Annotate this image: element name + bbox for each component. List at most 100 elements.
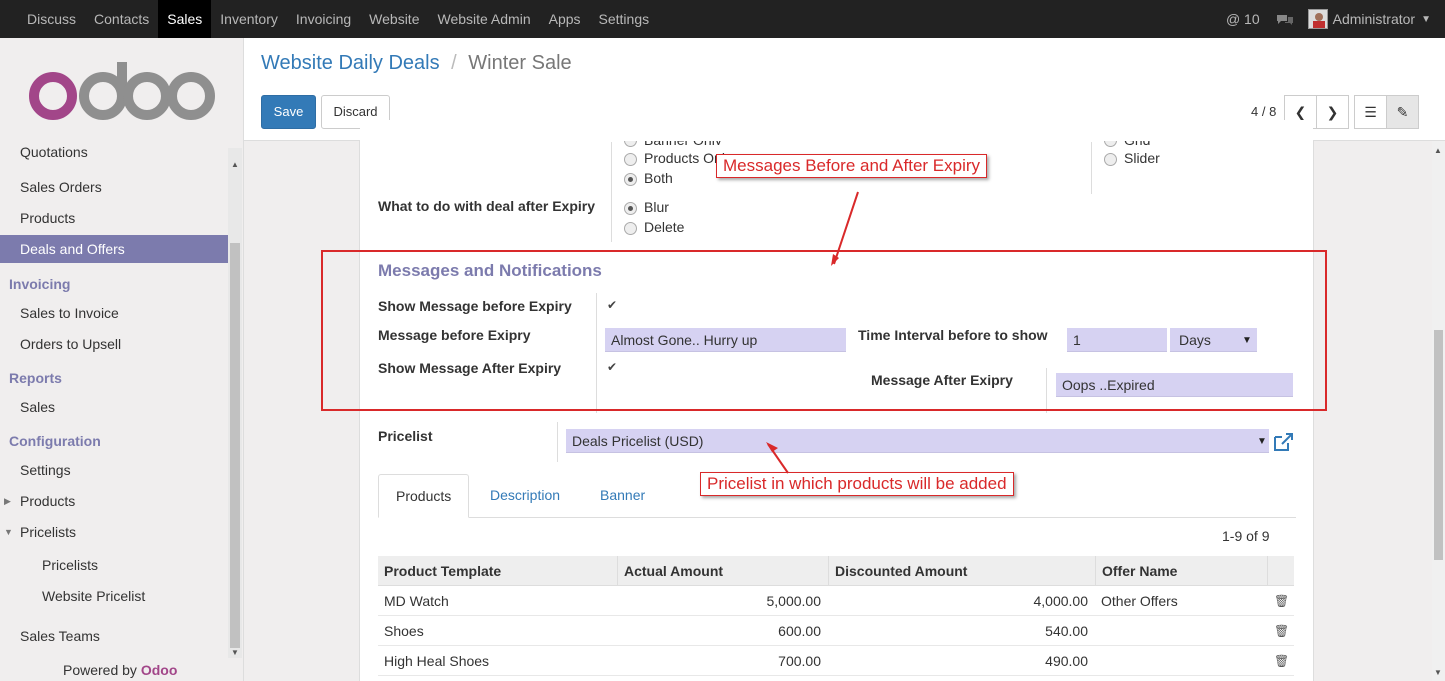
user-name[interactable]: Administrator bbox=[1333, 11, 1415, 27]
cell-offer: Other Offers bbox=[1101, 593, 1178, 609]
header-divider bbox=[617, 556, 618, 586]
radio-blur[interactable] bbox=[624, 202, 637, 215]
cell-actual: 700.00 bbox=[778, 653, 821, 669]
mentions-counter[interactable]: @ 10 bbox=[1226, 11, 1260, 27]
menu-website-admin[interactable]: Website Admin bbox=[428, 0, 539, 38]
list-view-icon: ☰ bbox=[1364, 104, 1377, 120]
column-header-product-template[interactable]: Product Template bbox=[378, 556, 501, 586]
cell-discounted: 490.00 bbox=[1045, 653, 1088, 669]
column-header-offer-name[interactable]: Offer Name bbox=[1096, 556, 1177, 586]
sidebar-item-config-products[interactable]: Products bbox=[0, 487, 228, 515]
header-divider bbox=[828, 556, 829, 586]
menu-website[interactable]: Website bbox=[360, 0, 428, 38]
menu-apps[interactable]: Apps bbox=[540, 0, 590, 38]
sidebar-heading-configuration[interactable]: Configuration bbox=[9, 433, 101, 449]
sidebar-heading-invoicing[interactable]: Invoicing bbox=[9, 276, 70, 292]
odoo-logo[interactable] bbox=[28, 60, 216, 125]
scroll-down-icon[interactable]: ▼ bbox=[231, 648, 239, 657]
table-row[interactable]: Shoes 600.00 540.00 🗑 bbox=[378, 616, 1294, 646]
cell-product: High Heal Shoes bbox=[384, 653, 490, 669]
header-divider bbox=[1267, 556, 1268, 586]
breadcrumb-parent[interactable]: Website Daily Deals bbox=[261, 52, 440, 74]
record-pager: 4 / 8 bbox=[1251, 104, 1277, 119]
pricelist-select[interactable]: Deals Pricelist (USD) bbox=[566, 429, 1269, 453]
cell-discounted: 540.00 bbox=[1045, 623, 1088, 639]
tab-banner[interactable]: Banner bbox=[583, 474, 662, 518]
radio-delete[interactable] bbox=[624, 222, 637, 235]
breadcrumb: Website Daily Deals / Winter Sale bbox=[261, 52, 572, 75]
sidebar-scrollbar-thumb[interactable] bbox=[230, 243, 240, 648]
radio-products-only[interactable] bbox=[624, 153, 637, 166]
chevron-left-icon: ❮ bbox=[1294, 104, 1307, 120]
main-scrollbar-thumb[interactable] bbox=[1434, 330, 1443, 560]
table-row[interactable]: MD Watch 5,000.00 4,000.00 Other Offers … bbox=[378, 586, 1294, 616]
trash-icon[interactable]: 🗑 bbox=[1274, 594, 1289, 608]
tab-products[interactable]: Products bbox=[378, 474, 470, 518]
sidebar-item-deals-and-offers[interactable]: Deals and Offers bbox=[0, 235, 228, 263]
save-button[interactable]: Save bbox=[261, 95, 316, 129]
breadcrumb-separator: / bbox=[451, 52, 457, 74]
sidebar-item-sales-teams[interactable]: Sales Teams bbox=[0, 622, 228, 650]
edit-icon: ✎ bbox=[1396, 104, 1409, 120]
next-record-button[interactable]: ❯ bbox=[1316, 95, 1349, 129]
sidebar: Quotations Sales Orders Products Deals a… bbox=[0, 38, 244, 681]
powered-by-brand[interactable]: Odoo bbox=[141, 662, 178, 678]
tab-description[interactable]: Description bbox=[473, 474, 577, 518]
app-menu: Discuss Contacts Sales Inventory Invoici… bbox=[18, 0, 658, 38]
chevron-down-icon[interactable]: ▼ bbox=[1421, 14, 1431, 25]
column-header-discounted-amount[interactable]: Discounted Amount bbox=[829, 556, 967, 586]
sidebar-item-sales-report[interactable]: Sales bbox=[0, 393, 228, 421]
powered-by-prefix: Powered by bbox=[63, 662, 137, 678]
radio-both[interactable] bbox=[624, 173, 637, 186]
annotation-arrow-pricelist bbox=[766, 442, 789, 474]
table-row[interactable]: High Heal Shoes 700.00 490.00 🗑 bbox=[378, 646, 1294, 676]
sidebar-item-pricelists[interactable]: Pricelists bbox=[0, 518, 228, 546]
menu-settings[interactable]: Settings bbox=[590, 0, 659, 38]
radio-slider[interactable] bbox=[1104, 153, 1117, 166]
sidebar-subitem-website-pricelist[interactable]: Website Pricelist bbox=[42, 588, 145, 604]
annotation-messages-frame bbox=[321, 250, 1327, 411]
menu-contacts[interactable]: Contacts bbox=[85, 0, 158, 38]
top-mask bbox=[360, 120, 1313, 141]
column-header-actual-amount[interactable]: Actual Amount bbox=[618, 556, 723, 586]
trash-icon[interactable]: 🗑 bbox=[1274, 654, 1289, 668]
menu-discuss[interactable]: Discuss bbox=[18, 0, 85, 38]
sidebar-item-sales-orders[interactable]: Sales Orders bbox=[0, 173, 228, 201]
sidebar-item-quotations[interactable]: Quotations bbox=[0, 143, 228, 161]
chevron-down-icon: ▼ bbox=[1257, 436, 1267, 447]
sidebar-item-settings[interactable]: Settings bbox=[0, 456, 228, 484]
menu-inventory[interactable]: Inventory bbox=[211, 0, 287, 38]
list-view-button[interactable]: ☰ bbox=[1354, 95, 1387, 129]
top-navbar: Discuss Contacts Sales Inventory Invoici… bbox=[0, 0, 1445, 38]
header-divider bbox=[1095, 556, 1096, 586]
cell-actual: 5,000.00 bbox=[766, 593, 822, 609]
sidebar-item-products[interactable]: Products bbox=[0, 204, 228, 232]
column-divider bbox=[1091, 142, 1092, 194]
radio-slider-label: Slider bbox=[1124, 150, 1160, 166]
user-avatar[interactable] bbox=[1307, 9, 1328, 29]
sidebar-item-sales-to-invoice[interactable]: Sales to Invoice bbox=[0, 299, 228, 327]
column-divider bbox=[611, 142, 612, 242]
pricelist-label: Pricelist bbox=[378, 428, 433, 444]
chat-icon[interactable] bbox=[1276, 13, 1294, 25]
breadcrumb-current: Winter Sale bbox=[468, 52, 572, 74]
form-view-button[interactable]: ✎ bbox=[1386, 95, 1419, 129]
sidebar-heading-reports[interactable]: Reports bbox=[9, 370, 62, 386]
radio-blur-label: Blur bbox=[644, 199, 669, 215]
scroll-up-icon[interactable]: ▲ bbox=[1434, 146, 1442, 155]
annotation-arrow-messages bbox=[831, 191, 859, 266]
chevron-right-icon: ❯ bbox=[1326, 104, 1339, 120]
menu-sales[interactable]: Sales bbox=[158, 0, 212, 38]
scroll-down-icon[interactable]: ▼ bbox=[1434, 668, 1442, 677]
sidebar-subitem-pricelists[interactable]: Pricelists bbox=[42, 557, 98, 573]
sidebar-item-orders-to-upsell[interactable]: Orders to Upsell bbox=[0, 330, 228, 358]
notebook-tabs: Products Description Banner bbox=[378, 474, 1296, 518]
column-divider bbox=[557, 422, 558, 462]
cut-line bbox=[244, 141, 1432, 142]
trash-icon[interactable]: 🗑 bbox=[1274, 624, 1289, 638]
menu-invoicing[interactable]: Invoicing bbox=[287, 0, 360, 38]
scroll-up-icon[interactable]: ▲ bbox=[231, 160, 239, 169]
external-link-icon[interactable] bbox=[1272, 432, 1294, 455]
topbar-right: @ 10 Administrator ▼ bbox=[1226, 0, 1445, 38]
cell-actual: 600.00 bbox=[778, 623, 821, 639]
